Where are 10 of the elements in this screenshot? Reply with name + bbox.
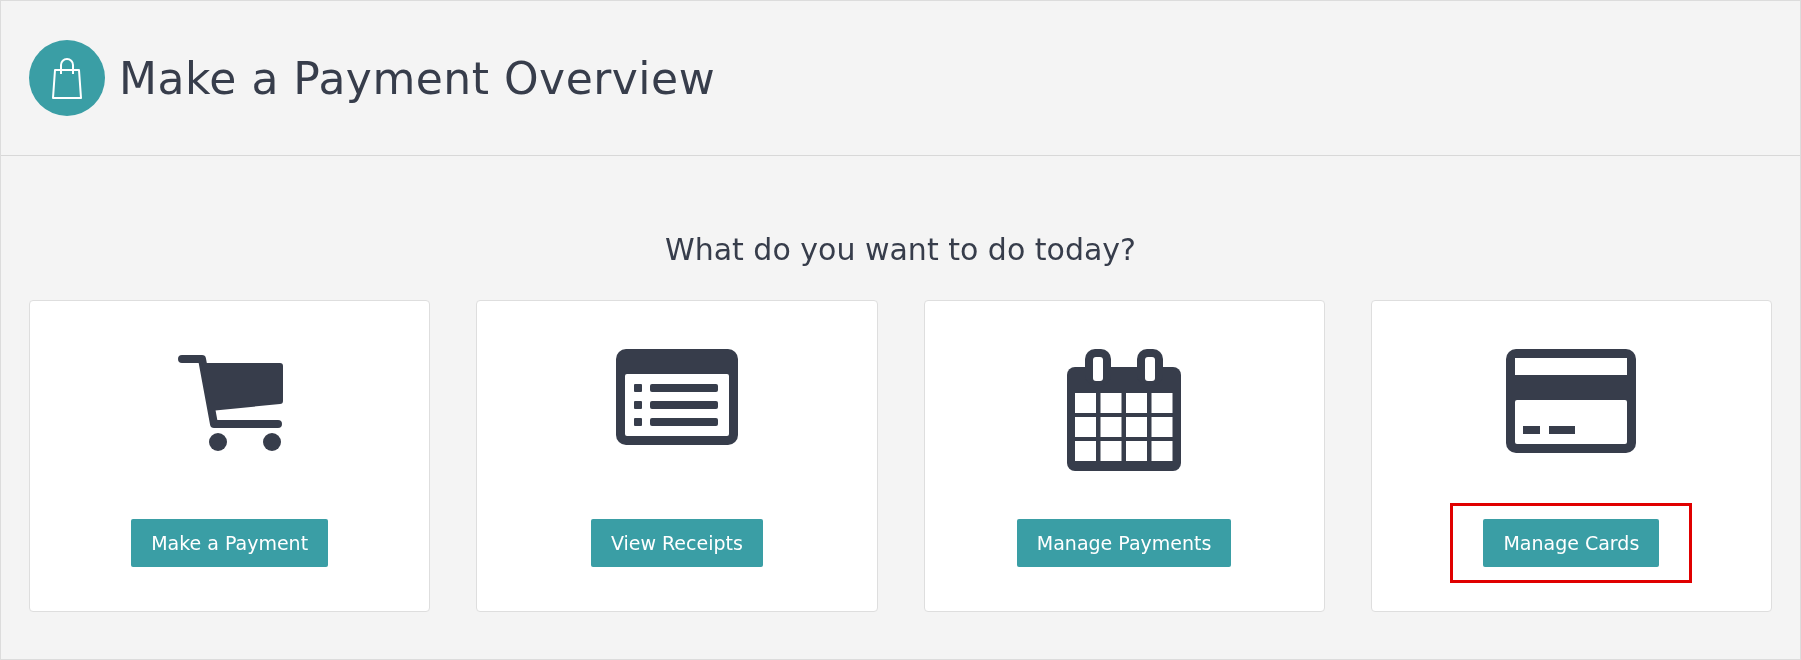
action-button[interactable]: Manage Payments [1016, 519, 1232, 567]
action-button[interactable]: Make a Payment [131, 519, 329, 567]
shopping-bag-icon [29, 40, 105, 116]
calendar-icon [1067, 349, 1182, 471]
action-button[interactable]: Manage Cards [1483, 519, 1660, 567]
page-title: Make a Payment Overview [119, 52, 716, 104]
action-button[interactable]: View Receipts [590, 519, 763, 567]
prompt-heading: What do you want to do today? [664, 231, 1137, 269]
credit-card-icon [1506, 349, 1637, 453]
list-window-icon [615, 349, 738, 445]
